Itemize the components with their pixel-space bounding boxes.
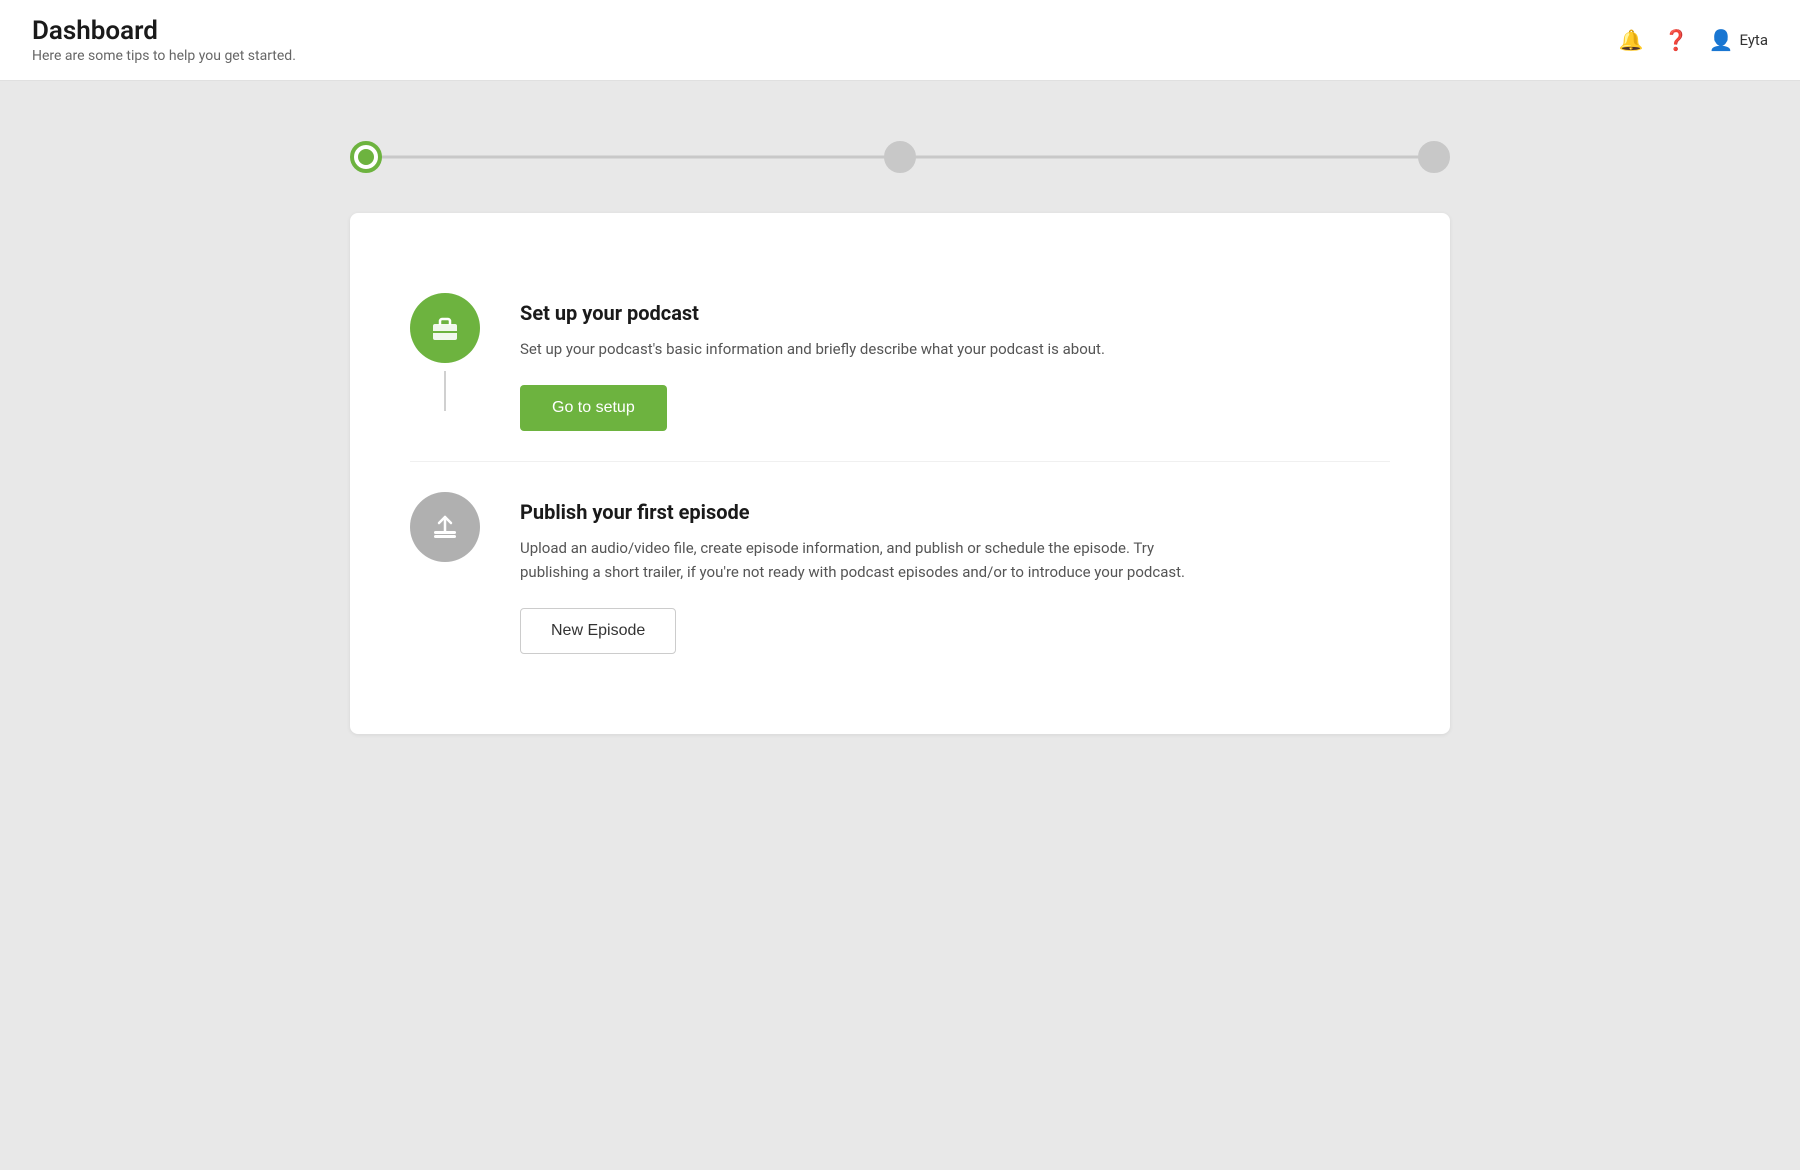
progress-stepper [350,141,1450,173]
step2-title: Publish your first episode [520,500,1390,524]
help-icon[interactable]: ❓ [1664,28,1689,52]
page-subtitle: Here are some tips to help you get start… [32,48,296,64]
step2-icon-circle [410,492,480,562]
go-to-setup-button[interactable]: Go to setup [520,385,667,431]
step-dot-3 [1418,141,1450,173]
user-avatar-icon: 👤 [1709,28,1734,52]
step2-icon-wrapper [410,492,480,562]
header-right: 🔔 ❓ 👤 Eyta [1619,28,1768,52]
step-setup-podcast: Set up your podcast Set up your podcast'… [410,263,1390,461]
step1-description: Set up your podcast's basic information … [520,337,1220,361]
step1-title: Set up your podcast [520,301,1390,325]
header: Dashboard Here are some tips to help you… [0,0,1800,81]
page-title: Dashboard [32,16,296,46]
step-dot-1 [350,141,382,173]
step1-icon-circle [410,293,480,363]
step1-connector-line [444,371,446,411]
step-dot-2 [884,141,916,173]
upload-icon [429,511,461,543]
main-content: Set up your podcast Set up your podcast'… [0,81,1800,794]
dashboard-card: Set up your podcast Set up your podcast'… [350,213,1450,734]
stepper-dots [350,141,1450,173]
step-publish-episode: Publish your first episode Upload an aud… [410,461,1390,684]
step2-description: Upload an audio/video file, create episo… [520,536,1220,584]
step1-content: Set up your podcast Set up your podcast'… [520,293,1390,431]
new-episode-button[interactable]: New Episode [520,608,676,654]
step1-icon-wrapper [410,293,480,411]
header-left: Dashboard Here are some tips to help you… [32,16,296,64]
briefcase-icon [429,312,461,344]
step2-content: Publish your first episode Upload an aud… [520,492,1390,654]
notification-icon[interactable]: 🔔 [1619,28,1644,52]
user-name: Eyta [1740,31,1769,49]
user-menu[interactable]: 👤 Eyta [1709,28,1768,52]
